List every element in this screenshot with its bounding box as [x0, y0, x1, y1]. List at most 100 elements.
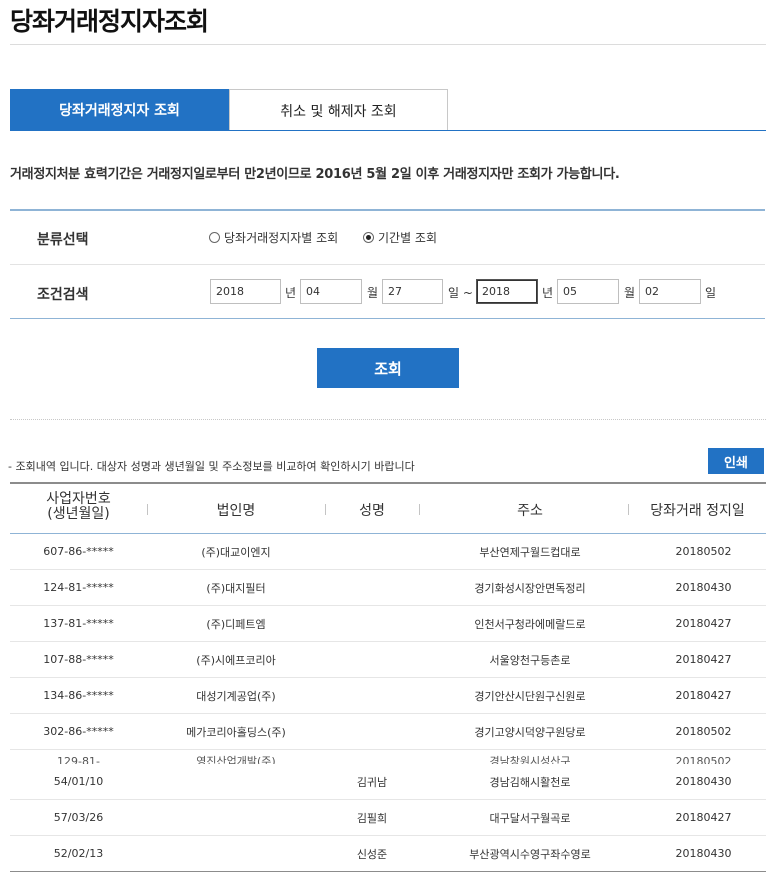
from-month-unit: 월 — [367, 286, 379, 300]
col-header-corp: 법인명 — [216, 503, 256, 519]
cell-corp: (주)대지필터 — [206, 581, 266, 595]
from-day-unit: 일 ~ — [448, 286, 473, 300]
category-label: 분류선택 — [37, 232, 89, 248]
page-title: 당좌거래정지자조회 — [10, 7, 209, 36]
cell-name: 김필희 — [356, 811, 388, 825]
cell-address: 서울양천구등촌로 — [489, 653, 571, 667]
cell-stop-date: 20180502 — [675, 754, 732, 765]
cell-name — [325, 570, 419, 605]
table-row: 134-86-***** 대성기계공업(주) 경기안산시단원구신원로 20180… — [10, 678, 766, 714]
col-header-address: 주소 — [517, 503, 543, 519]
cell-address: 대구달서구월곡로 — [489, 811, 571, 825]
cell-address: 경기안산시단원구신원로 — [474, 689, 586, 703]
table-row-partial: 129-81- 영진산업개발(주) 경남창원시성산구 20180502 — [10, 748, 766, 765]
cell-address: 경기고양시덕양구원당로 — [474, 725, 586, 739]
cell-address: 경남창원시성산구 — [489, 755, 571, 764]
cell-corp — [147, 836, 325, 871]
cell-corp: 대성기계공업(주) — [196, 689, 276, 703]
cell-biz-number: 107-88-***** — [43, 653, 114, 666]
cell-address: 경기화성시장안면독정리 — [474, 581, 586, 595]
cell-name: 김귀남 — [356, 775, 388, 789]
table-row: 137-81-***** (주)디페트엠 인천서구청라에메랄드로 2018042… — [10, 606, 766, 642]
cell-birth-date: 52/02/13 — [53, 847, 104, 860]
cell-name — [325, 534, 419, 569]
cell-name — [325, 678, 419, 713]
to-month-input[interactable]: 05 — [557, 279, 619, 304]
search-button[interactable]: 조회 — [317, 348, 459, 388]
cell-stop-date: 20180430 — [675, 581, 732, 594]
cell-stop-date: 20180430 — [675, 847, 732, 860]
cell-stop-date: 20180427 — [675, 689, 732, 702]
to-year-unit: 년 — [542, 286, 554, 300]
period-notice: 거래정지처분 효력기간은 거래정지일로부터 만2년이므로 2016년 5월 2일… — [10, 167, 620, 182]
cell-corp — [147, 764, 325, 799]
cell-corp: 영진산업개발(주) — [196, 755, 276, 764]
cell-biz-number: 124-81-***** — [43, 581, 114, 594]
cell-stop-date: 20180430 — [675, 775, 732, 788]
to-year-input[interactable]: 2018 — [476, 279, 538, 304]
cell-stop-date: 20180502 — [675, 545, 732, 558]
cell-corp: (주)대교이엔지 — [201, 545, 271, 559]
col-header-biz-line1: 사업자번호 — [46, 491, 111, 507]
cell-name — [325, 714, 419, 749]
to-day-input[interactable]: 02 — [639, 279, 701, 304]
from-year-unit: 년 — [285, 286, 297, 300]
form-row-divider — [10, 264, 765, 265]
title-divider — [10, 44, 766, 45]
col-header-biz-line2: (생년월일) — [47, 506, 110, 522]
cell-biz-number: 134-86-***** — [43, 689, 114, 702]
cell-corp: (주)시에프코리아 — [196, 653, 276, 667]
cell-address: 인천서구청라에메랄드로 — [474, 617, 586, 631]
radio-unchecked-icon — [209, 232, 220, 243]
cell-biz-number: 302-86-***** — [43, 725, 114, 738]
to-day-unit: 일 — [705, 286, 717, 300]
radio-by-period[interactable]: 기간별 조회 — [363, 229, 437, 246]
cell-corp: (주)디페트엠 — [206, 617, 266, 631]
search-condition-label: 조건검색 — [37, 287, 89, 303]
table-row: 107-88-***** (주)시에프코리아 서울양천구등촌로 20180427 — [10, 642, 766, 678]
cell-address: 부산연제구월드컵대로 — [479, 545, 581, 559]
cell-birth-date: 54/01/10 — [53, 775, 104, 788]
table-row: 52/02/13 신성준 부산광역시수영구좌수영로 20180430 — [10, 836, 766, 872]
section-divider — [10, 419, 766, 420]
cell-birth-date: 57/03/26 — [53, 811, 104, 824]
from-day-input[interactable]: 27 — [382, 279, 443, 304]
radio-by-person[interactable]: 당좌거래정지자별 조회 — [209, 229, 338, 246]
radio-by-period-label: 기간별 조회 — [378, 231, 438, 245]
cell-stop-date: 20180427 — [675, 653, 732, 666]
table-row: 607-86-***** (주)대교이엔지 부산연제구월드컵대로 2018050… — [10, 534, 766, 570]
from-year-input[interactable]: 2018 — [210, 279, 281, 304]
cell-name — [325, 751, 419, 764]
table-row: 54/01/10 김귀남 경남김해시활천로 20180430 — [10, 764, 766, 800]
cell-stop-date: 20180502 — [675, 725, 732, 738]
tab-underline — [10, 130, 766, 131]
form-bottom-border — [10, 318, 765, 319]
cell-biz-number: 607-86-***** — [43, 545, 114, 558]
cell-name — [325, 606, 419, 641]
cell-name: 신성준 — [356, 847, 388, 861]
tab-cancel-release-search[interactable]: 취소 및 해제자 조회 — [229, 89, 448, 131]
cell-corp — [147, 800, 325, 835]
table-row: 124-81-***** (주)대지필터 경기화성시장안면독정리 2018043… — [10, 570, 766, 606]
cell-name — [325, 642, 419, 677]
result-note: - 조회내역 입니다. 대상자 성명과 생년월일 및 주소정보를 비교하여 확인… — [8, 460, 415, 473]
radio-by-person-label: 당좌거래정지자별 조회 — [224, 231, 339, 245]
cell-biz-number: 129-81- — [57, 754, 100, 765]
table-row: 57/03/26 김필희 대구달서구월곡로 20180427 — [10, 800, 766, 836]
print-button[interactable]: 인쇄 — [708, 448, 764, 474]
tab-stop-search[interactable]: 당좌거래정지자 조회 — [10, 89, 229, 131]
col-header-biz-number: 사업자번호 (생년월일) — [20, 492, 137, 522]
cell-address: 경남김해시활천로 — [489, 775, 571, 789]
cell-stop-date: 20180427 — [675, 617, 732, 630]
from-month-input[interactable]: 04 — [300, 279, 362, 304]
cell-stop-date: 20180427 — [675, 811, 732, 824]
col-header-stop-date: 당좌거래 정지일 — [650, 503, 745, 519]
cell-address: 부산광역시수영구좌수영로 — [469, 847, 591, 861]
cell-biz-number: 137-81-***** — [43, 617, 114, 630]
to-month-unit: 월 — [624, 286, 636, 300]
col-header-name: 성명 — [359, 503, 385, 519]
table-row: 302-86-***** 메가코리아홀딩스(주) 경기고양시덕양구원당로 201… — [10, 714, 766, 750]
table-bottom-border — [10, 871, 766, 872]
form-top-border — [10, 209, 765, 211]
table-top-border — [10, 482, 766, 484]
